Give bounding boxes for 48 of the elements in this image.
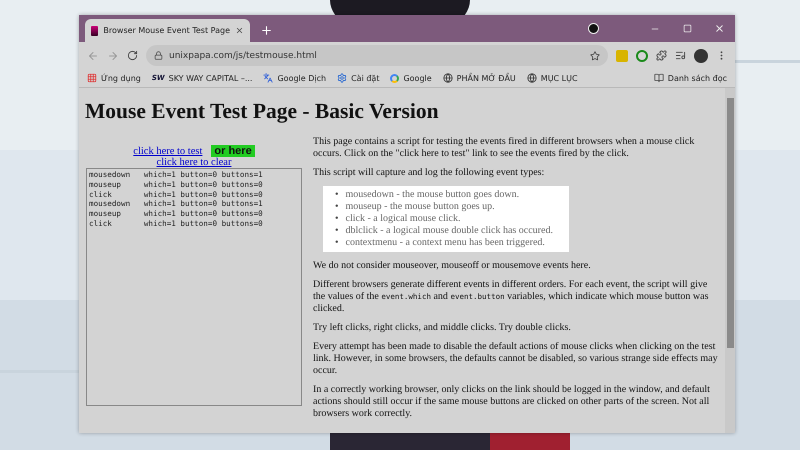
google-ring-icon (390, 74, 400, 82)
paragraph: Every attempt has been made to disable the default actions of mouse clicks when clicking on the test link. However, in some browsers, the defaults cannot be disabled, so various strange side effects may occur. (313, 341, 718, 377)
favicon-icon (91, 26, 98, 36)
globe-icon (526, 73, 537, 83)
event-type-item: dblclick - a logical mouse double click has occured. (346, 225, 553, 237)
puzzle-icon[interactable] (656, 50, 667, 61)
reading-list-icon (654, 73, 664, 83)
reading-list[interactable]: Danh sách đọc (654, 73, 727, 83)
bullet-mark: • (335, 213, 339, 225)
intro-text: This page contains a script for testing the events fired in different browsers when a mouse click occurs. Click on the "click here to test" link to see the events fired by the click. (313, 136, 696, 160)
translate-icon (263, 73, 274, 83)
or-here-target[interactable]: or here (211, 145, 255, 157)
bookmark[interactable]: Google (390, 74, 432, 82)
clear-link[interactable]: click here to clear (156, 157, 232, 168)
new-tab-icon[interactable] (260, 24, 273, 37)
bookmark[interactable]: Cài đặt (337, 73, 380, 83)
bullet-mark: • (335, 189, 339, 201)
media-list-icon[interactable] (675, 50, 686, 61)
paragraph: In a correctly working browser, only clicks on the link should be logged in the window, and default actions should still occur if the same mouse buttons are clicked on other parts of the screen. Not all browsers work correctly. (313, 384, 711, 420)
star-icon[interactable] (590, 50, 600, 60)
media-dot-icon[interactable] (588, 23, 599, 34)
test-link[interactable]: click here to test (133, 146, 202, 156)
apps-grid-icon (87, 73, 97, 83)
lock-icon (154, 51, 163, 60)
bullet-mark: • (335, 237, 339, 249)
bullet-mark: • (335, 201, 339, 213)
reload-icon[interactable] (127, 50, 138, 61)
scrollbar[interactable] (725, 88, 735, 433)
avatar-icon[interactable] (694, 48, 708, 62)
list-intro-text: This script will capture and log the following event types: (313, 167, 546, 179)
browser-tab[interactable]: Browser Mouse Event Test Page (85, 19, 250, 42)
close-icon[interactable] (235, 26, 244, 35)
event-type-item: contextmenu - a context menu has been triggered. (346, 237, 545, 249)
event-type-item: mouseup - the mouse button goes up. (346, 201, 495, 213)
event-type-item: mousedown - the mouse button goes down. (346, 189, 520, 201)
bullet-mark: • (335, 225, 339, 237)
bookmark[interactable]: MỤC LỤC (526, 73, 578, 83)
bookmark[interactable]: Google Dịch (263, 73, 326, 83)
settings-icon (337, 73, 348, 83)
paragraph: Try left clicks, right clicks, and middle clicks. Try double clicks. (313, 322, 572, 334)
bookmark[interactable]: Ứng dụng (87, 73, 141, 83)
page-heading: Mouse Event Test Page - Basic Version (85, 99, 440, 124)
globe-icon (442, 73, 453, 83)
address-bar[interactable]: unixpapa.com/js/testmouse.html (146, 45, 608, 66)
bookmark[interactable]: PHẦN MỞ ĐẦU (442, 73, 516, 83)
extension-ring-icon[interactable] (636, 50, 648, 62)
paragraph: We do not consider mouseover, mouseoff or mousemove events here. (313, 260, 592, 272)
event-type-item: click - a logical mouse click. (346, 213, 460, 225)
